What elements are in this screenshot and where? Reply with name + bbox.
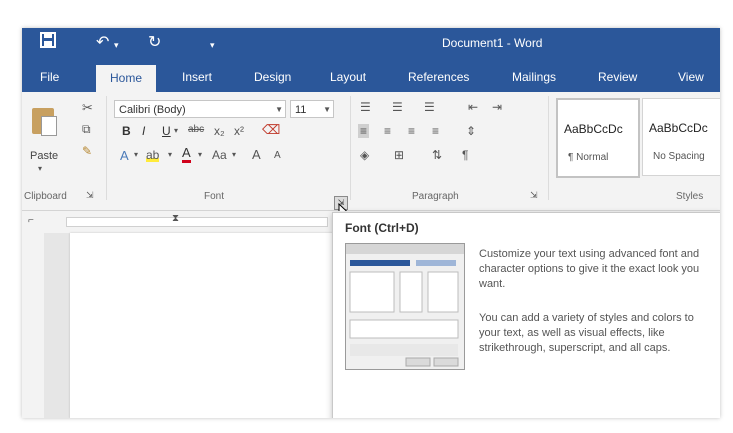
redo-icon[interactable]: ↻: [148, 32, 161, 52]
center-icon[interactable]: ≡: [384, 124, 391, 138]
style-sample: AaBbCcDc: [649, 121, 708, 135]
font-tooltip: Font (Ctrl+D) Customize your text using …: [332, 212, 720, 418]
style-sample: AaBbCcDc: [564, 122, 623, 136]
increase-indent-icon[interactable]: ⇥: [492, 100, 502, 114]
tab-insert[interactable]: Insert: [182, 70, 212, 84]
vertical-ruler: [22, 233, 45, 418]
justify-icon[interactable]: ≡: [432, 124, 439, 138]
tab-home[interactable]: Home: [96, 65, 157, 92]
styles-group-label: Styles: [676, 191, 704, 202]
copy-icon[interactable]: ⧉: [82, 122, 91, 137]
font-color-dropdown-icon[interactable]: ▾: [198, 150, 202, 159]
style-normal[interactable]: AaBbCcDc ¶ Normal: [556, 98, 640, 178]
multilevel-list-icon[interactable]: ☰: [424, 100, 435, 114]
style-name: No Spacing: [653, 151, 705, 162]
paragraph-launcher-icon[interactable]: ⇲: [530, 190, 538, 201]
text-effects-dropdown-icon[interactable]: ▾: [134, 150, 138, 159]
title-bar: ↶ ▾ ↻ ▾ Document1 - Word: [22, 28, 720, 62]
font-size-combo[interactable]: 11 ▼: [290, 100, 334, 118]
ribbon-tabs: File Home Insert Design Layout Reference…: [22, 62, 720, 92]
ribbon: Paste ▾ ✂ ⧉ ✎ Clipboard ⇲ Calibri (Body)…: [22, 92, 720, 211]
format-painter-icon[interactable]: ✎: [82, 144, 92, 158]
decrease-indent-icon[interactable]: ⇤: [468, 100, 478, 114]
align-left-icon[interactable]: ≡: [358, 124, 370, 138]
word-window: ↶ ▾ ↻ ▾ Document1 - Word File Home Inser…: [22, 28, 720, 418]
paste-label: Paste: [30, 150, 59, 162]
save-icon[interactable]: [40, 32, 56, 53]
style-no-spacing[interactable]: AaBbCcDc No Spacing: [642, 98, 720, 176]
shading-icon[interactable]: ◈: [360, 148, 369, 162]
group-separator: [350, 96, 351, 200]
change-case-button[interactable]: Aa: [212, 148, 227, 162]
text-effects-icon[interactable]: A: [120, 148, 129, 163]
font-dialog-preview: [345, 243, 465, 370]
group-separator: [106, 96, 107, 200]
underline-dropdown-icon[interactable]: ▾: [174, 126, 178, 135]
highlight-icon[interactable]: ab: [146, 148, 160, 162]
chevron-down-icon: ▼: [323, 105, 331, 114]
tab-mailings[interactable]: Mailings: [512, 70, 556, 84]
tooltip-description: Customize your text using advanced font …: [479, 248, 700, 290]
line-spacing-icon[interactable]: ⇕: [466, 124, 476, 138]
undo-dropdown-icon[interactable]: ▾: [114, 40, 119, 51]
change-case-dropdown-icon[interactable]: ▾: [232, 150, 236, 159]
highlight-dropdown-icon[interactable]: ▾: [168, 150, 172, 159]
underline-button[interactable]: U: [162, 124, 171, 138]
group-separator: [548, 96, 549, 200]
tooltip-title: Font (Ctrl+D): [345, 221, 419, 235]
font-size-value: 11: [295, 104, 307, 116]
style-name: ¶ Normal: [568, 152, 609, 163]
tab-view[interactable]: View: [678, 70, 704, 84]
borders-icon[interactable]: ⊞: [394, 148, 404, 162]
clipboard-launcher-icon[interactable]: ⇲: [86, 190, 94, 201]
font-name-value: Calibri (Body): [119, 104, 186, 116]
font-name-combo[interactable]: Calibri (Body) ▼: [114, 100, 286, 118]
shrink-font-button[interactable]: A: [274, 150, 281, 161]
numbering-icon[interactable]: ☰: [392, 100, 403, 114]
strikethrough-button[interactable]: abc: [188, 124, 204, 135]
tab-review[interactable]: Review: [598, 70, 637, 84]
screenshot-frame: ↶ ▾ ↻ ▾ Document1 - Word File Home Inser…: [0, 0, 733, 433]
sort-icon[interactable]: ⇅: [432, 148, 442, 162]
document-title: Document1 - Word: [442, 36, 543, 50]
undo-icon[interactable]: ↶: [96, 32, 109, 52]
paste-dropdown-icon: ▾: [38, 164, 43, 173]
superscript-button[interactable]: x²: [234, 124, 244, 138]
font-color-icon[interactable]: A: [182, 146, 191, 163]
grow-font-button[interactable]: A: [252, 147, 261, 162]
tab-references[interactable]: References: [408, 70, 469, 84]
subscript-button[interactable]: x₂: [214, 124, 225, 138]
font-group-label: Font: [204, 191, 225, 202]
paste-sheet-icon: [41, 116, 57, 136]
bullets-icon[interactable]: ☰: [360, 100, 371, 114]
paste-button[interactable]: Paste ▾: [24, 96, 64, 186]
chevron-down-icon: ▼: [275, 105, 283, 114]
bold-button[interactable]: B: [122, 124, 131, 138]
ruler-track: [66, 217, 328, 227]
indent-marker-icon[interactable]: ⧗: [172, 213, 179, 224]
align-right-icon[interactable]: ≡: [408, 124, 415, 138]
italic-button[interactable]: I: [142, 124, 145, 138]
tab-layout[interactable]: Layout: [330, 70, 366, 84]
show-hide-icon[interactable]: ¶: [462, 148, 468, 162]
customize-qat-icon[interactable]: ▾: [210, 40, 215, 51]
clipboard-group-label: Clipboard: [24, 191, 67, 202]
cut-icon[interactable]: ✂: [82, 100, 93, 116]
tab-design[interactable]: Design: [254, 70, 291, 84]
tab-selector-icon[interactable]: ⌐: [28, 215, 34, 226]
tab-file[interactable]: File: [40, 70, 59, 84]
clear-formatting-icon[interactable]: ⌫: [262, 122, 280, 138]
tooltip-details: You can add a variety of styles and colo…: [479, 312, 694, 354]
paragraph-group-label: Paragraph: [412, 191, 459, 202]
